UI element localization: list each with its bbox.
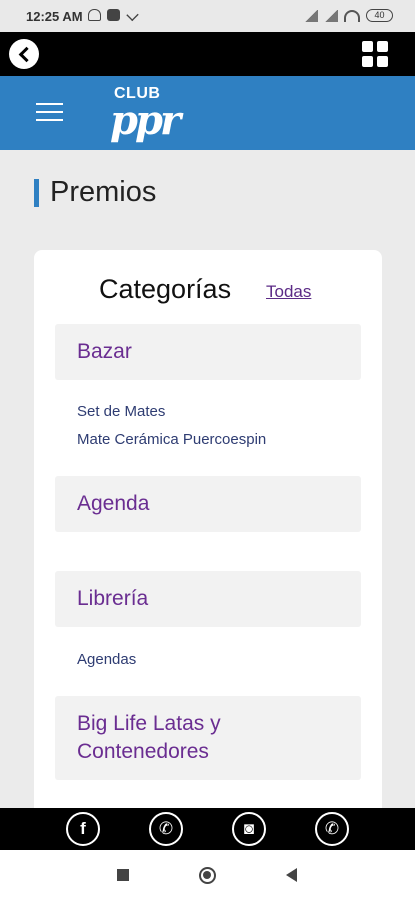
category-title: Agenda	[77, 492, 150, 515]
social-bar: f ✆ ◙ ✆	[0, 808, 415, 850]
category-title: Librería	[77, 587, 149, 610]
categories-title: Categorías	[99, 274, 232, 304]
battery-icon: 40	[366, 9, 393, 22]
youtube-icon	[107, 9, 120, 21]
grid-cell-icon	[377, 41, 388, 52]
back-button[interactable]	[9, 39, 39, 69]
subcategory-list: Set de Mates Mate Cerámica Puercoespin	[77, 398, 266, 454]
title-accent-bar	[34, 178, 39, 207]
category-title: Big Life Latas y Contenedores	[55, 696, 361, 780]
grid-cell-icon	[362, 41, 373, 52]
system-nav-bar	[0, 850, 415, 900]
subcategory-list: Agendas	[77, 646, 136, 674]
page-title: Premios	[50, 176, 157, 208]
system-icons: 40	[304, 9, 393, 22]
system-back-button[interactable]	[286, 868, 297, 882]
category-big-life[interactable]: Big Life Latas y Contenedores	[55, 696, 361, 780]
category-title-line: Contenedores	[77, 740, 209, 763]
facebook-icon[interactable]: f	[66, 812, 100, 846]
phone-icon[interactable]: ✆	[149, 812, 183, 846]
category-title-line: Big Life Latas y	[77, 712, 221, 735]
status-time: 12:25 AM	[26, 9, 83, 24]
club-ppr-logo[interactable]: CLUB ppr	[110, 82, 190, 144]
wifi-icon	[344, 9, 360, 22]
muted-bell-icon	[88, 9, 101, 21]
page-heading: Premios	[34, 176, 156, 209]
category-bazar[interactable]: Bazar	[55, 324, 361, 380]
subcategory-item[interactable]: Agendas	[77, 646, 136, 674]
all-categories-link[interactable]: Todas	[266, 282, 311, 302]
instagram-icon[interactable]: ◙	[232, 812, 266, 846]
category-agenda[interactable]: Agenda	[55, 476, 361, 532]
apps-grid-button[interactable]	[362, 41, 388, 67]
app-top-bar	[0, 32, 415, 76]
signal-icon-2	[324, 9, 338, 22]
grid-cell-icon	[377, 56, 388, 67]
status-bar: 12:25 AM 40	[0, 0, 415, 32]
recents-button[interactable]	[117, 869, 129, 881]
signal-icon	[304, 9, 318, 22]
categories-card: Categorías Todas Bazar Set de Mates Mate…	[34, 250, 382, 850]
whatsapp-icon[interactable]: ✆	[315, 812, 349, 846]
menu-icon[interactable]	[36, 103, 63, 121]
category-title: Bazar	[77, 340, 132, 363]
logo-ppr-text: ppr	[110, 97, 181, 144]
subcategory-item[interactable]: Mate Cerámica Puercoespin	[77, 426, 266, 454]
brand-header: CLUB ppr	[0, 76, 415, 150]
notification-icons	[88, 8, 139, 22]
download-done-icon	[126, 8, 139, 22]
home-button[interactable]	[199, 867, 216, 884]
grid-cell-icon	[362, 56, 373, 67]
category-libreria[interactable]: Librería	[55, 571, 361, 627]
subcategory-item[interactable]: Set de Mates	[77, 398, 266, 426]
